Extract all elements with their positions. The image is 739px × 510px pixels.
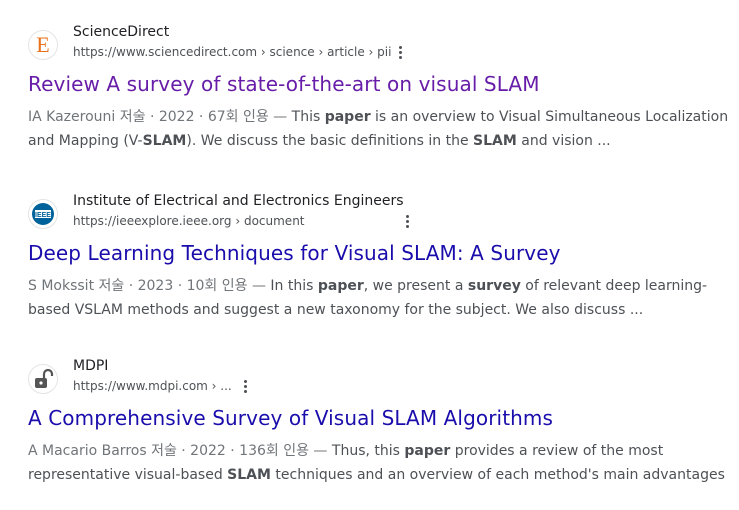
- result-snippet: S Mokssit 저술 · 2023 · 10회 인용 — In this p…: [28, 274, 728, 322]
- site-name: ScienceDirect: [73, 24, 170, 40]
- more-options-icon[interactable]: [237, 378, 253, 396]
- search-result: IEEE Institute of Electrical and Electro…: [28, 191, 728, 322]
- snippet-meta: IA Kazerouni 저술 · 2022 · 67회 인용 —: [28, 109, 292, 125]
- more-options-icon[interactable]: [399, 213, 415, 231]
- snippet-meta: A Macario Barros 저술 · 2022 · 136회 인용 —: [28, 443, 332, 459]
- snippet-text: Thus, this: [331, 443, 405, 459]
- open-access-lock-icon: [28, 364, 58, 394]
- snippet-text: based VSLAM methods and suggest a new ta…: [28, 302, 644, 318]
- snippet-text: is an overview to Visual Simultaneous Lo…: [370, 109, 728, 125]
- result-snippet: A Macario Barros 저술 · 2022 · 136회 인용 — T…: [28, 439, 728, 487]
- site-name: Institute of Electrical and Electronics …: [73, 193, 404, 209]
- site-url: https://www.sciencedirect.com › science …: [73, 45, 392, 59]
- snippet-text: and Mapping (V-: [28, 133, 143, 149]
- result-title-link[interactable]: Review A survey of state-of-the-art on v…: [28, 71, 728, 97]
- svg-text:IEEE: IEEE: [35, 212, 51, 219]
- result-source[interactable]: E ScienceDirect https://www.sciencedirec…: [28, 22, 728, 68]
- more-options-icon[interactable]: [392, 44, 408, 62]
- snippet-text: and vision ...: [516, 133, 611, 149]
- snippet-highlight: survey: [467, 278, 521, 294]
- result-snippet: IA Kazerouni 저술 · 2022 · 67회 인용 — This p…: [28, 105, 728, 153]
- ieee-icon: IEEE: [28, 199, 58, 229]
- snippet-text: This: [291, 109, 325, 125]
- site-name: MDPI: [73, 358, 109, 374]
- snippet-text: representative visual-based: [28, 467, 228, 483]
- result-source[interactable]: MDPI https://www.mdpi.com › ...: [28, 356, 728, 402]
- svg-text:E: E: [36, 32, 49, 57]
- elsevier-e-icon: E: [28, 30, 58, 60]
- result-source[interactable]: IEEE Institute of Electrical and Electro…: [28, 191, 728, 237]
- snippet-highlight: SLAM: [227, 467, 271, 483]
- snippet-text: techniques and an overview of each metho…: [270, 467, 728, 483]
- snippet-text: , we present a: [363, 278, 468, 294]
- snippet-text: ). We discuss the basic definitions in t…: [186, 133, 474, 149]
- snippet-text: provides a review of the most: [450, 443, 664, 459]
- snippet-meta: S Mokssit 저술 · 2023 · 10회 인용 —: [28, 278, 271, 294]
- search-result: E ScienceDirect https://www.sciencedirec…: [28, 22, 728, 153]
- result-title-link[interactable]: A Comprehensive Survey of Visual SLAM Al…: [28, 405, 728, 431]
- site-url: https://ieeexplore.ieee.org › document: [73, 214, 305, 228]
- search-result: MDPI https://www.mdpi.com › ... A Compre…: [28, 356, 728, 487]
- result-title-link[interactable]: Deep Learning Techniques for Visual SLAM…: [28, 240, 728, 266]
- site-url: https://www.mdpi.com › ...: [73, 379, 232, 393]
- snippet-text: of relevant deep learning-: [520, 278, 708, 294]
- snippet-highlight: SLAM: [473, 133, 517, 149]
- snippet-text: In this: [270, 278, 318, 294]
- snippet-highlight: paper: [324, 109, 371, 125]
- snippet-highlight: paper: [404, 443, 451, 459]
- snippet-highlight: SLAM: [142, 133, 187, 149]
- snippet-highlight: paper: [317, 278, 364, 294]
